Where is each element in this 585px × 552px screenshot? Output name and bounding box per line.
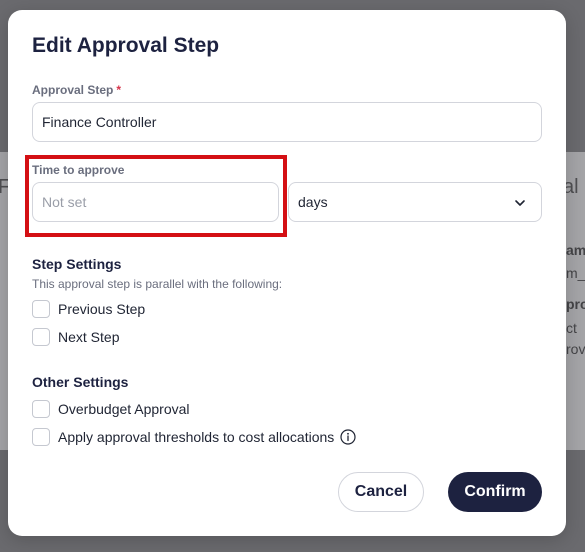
dialog-title: Edit Approval Step bbox=[32, 34, 220, 57]
required-mark: * bbox=[116, 83, 122, 97]
info-icon[interactable] bbox=[340, 429, 356, 445]
time-unit-select[interactable]: days bbox=[288, 182, 542, 222]
step-settings-hint: This approval step is parallel with the … bbox=[32, 277, 283, 291]
other-settings-title: Other Settings bbox=[32, 374, 129, 390]
cost-allocation-thresholds-label: Apply approval thresholds to cost alloca… bbox=[58, 429, 335, 445]
next-step-label: Next Step bbox=[58, 329, 120, 345]
next-step-checkbox[interactable] bbox=[32, 328, 50, 346]
edit-approval-step-dialog: Edit Approval Step Approval Step * Financ… bbox=[8, 10, 566, 536]
time-unit-value: days bbox=[298, 194, 328, 210]
approval-step-label: Approval Step * bbox=[32, 83, 121, 97]
overbudget-approval-checkbox[interactable] bbox=[32, 400, 50, 418]
overbudget-approval-label: Overbudget Approval bbox=[58, 401, 190, 417]
step-settings-title: Step Settings bbox=[32, 256, 122, 272]
overbudget-approval-option[interactable]: Overbudget Approval bbox=[32, 400, 190, 418]
cost-allocation-thresholds-option[interactable]: Apply approval thresholds to cost alloca… bbox=[32, 428, 356, 446]
previous-step-checkbox[interactable] bbox=[32, 300, 50, 318]
next-step-option[interactable]: Next Step bbox=[32, 328, 119, 346]
chevron-down-icon bbox=[515, 200, 525, 206]
previous-step-option[interactable]: Previous Step bbox=[32, 300, 145, 318]
approval-step-value: Finance Controller bbox=[42, 114, 157, 130]
approval-step-label-text: Approval Step bbox=[32, 83, 114, 97]
cancel-button[interactable]: Cancel bbox=[338, 472, 424, 512]
highlight-box bbox=[25, 155, 287, 237]
approval-step-input[interactable]: Finance Controller bbox=[32, 102, 542, 142]
cost-allocation-thresholds-checkbox[interactable] bbox=[32, 428, 50, 446]
previous-step-label: Previous Step bbox=[58, 301, 146, 317]
confirm-button[interactable]: Confirm bbox=[448, 472, 542, 512]
